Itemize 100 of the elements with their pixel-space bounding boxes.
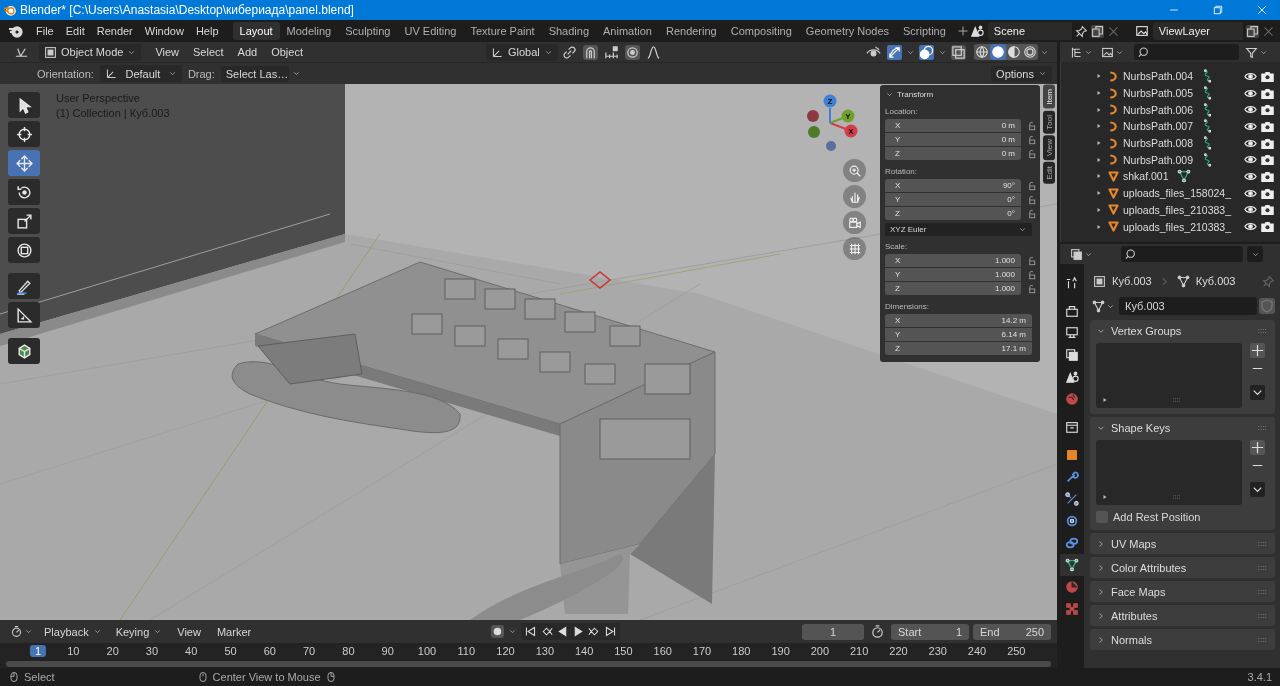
lock-icon[interactable] — [1026, 256, 1036, 266]
3d-cursor-icon[interactable] — [588, 271, 612, 289]
outliner-row[interactable]: NurbsPath.006 — [1095, 101, 1280, 119]
solid-shading-icon[interactable] — [990, 44, 1006, 60]
number-field[interactable]: Z 0° — [885, 207, 1021, 220]
rotation-mode-dropdown[interactable]: XYZ Euler — [885, 223, 1032, 236]
workspace-tab[interactable]: Shading — [541, 22, 597, 40]
camera-icon[interactable] — [1261, 186, 1274, 200]
menu-dropdown[interactable]: Keying — [110, 623, 168, 640]
camera-icon[interactable] — [1261, 153, 1274, 167]
lock-icon[interactable] — [1026, 181, 1036, 191]
menu-item[interactable]: File — [30, 23, 60, 39]
zoom-button[interactable] — [843, 159, 866, 182]
options-dropdown[interactable]: Options — [991, 65, 1052, 82]
search-field[interactable] — [1121, 246, 1243, 262]
menu-item[interactable]: Render — [90, 23, 139, 39]
camera-icon[interactable] — [1261, 169, 1274, 183]
rendered-shading-icon[interactable] — [1022, 44, 1038, 60]
number-field[interactable]: Y 6.14 m — [885, 328, 1032, 341]
outliner-row[interactable]: NurbsPath.007 — [1095, 118, 1280, 135]
outliner-row[interactable]: uploads_files_210383_ — [1095, 218, 1280, 235]
lock-icon[interactable] — [1026, 209, 1036, 219]
expand-icon[interactable] — [1101, 493, 1109, 501]
outliner-row[interactable]: shkaf.001 — [1095, 168, 1280, 185]
camera-icon[interactable] — [1261, 69, 1274, 83]
measure-tool-button[interactable] — [8, 302, 40, 328]
number-field[interactable]: X 14.2 m — [885, 314, 1032, 327]
workspace-tab[interactable]: Sculpting — [338, 22, 398, 40]
negative-axis-handle[interactable] — [808, 126, 820, 138]
axis-handle[interactable]: Z — [823, 94, 837, 108]
play-icon[interactable] — [572, 625, 586, 638]
outliner-row[interactable]: NurbsPath.004 — [1095, 68, 1280, 85]
sidebar-tab[interactable]: Item — [1043, 85, 1055, 109]
panel-title[interactable]: Vertex Groups — [1111, 324, 1182, 337]
copy-icon[interactable] — [1245, 24, 1259, 38]
number-field[interactable]: Y 0 m — [885, 133, 1021, 146]
current-frame-field[interactable]: 1 — [802, 623, 864, 640]
playhead-frame[interactable]: 1 — [29, 645, 47, 657]
panel-title[interactable]: Normals — [1111, 633, 1152, 646]
negative-axis-handle[interactable] — [826, 141, 836, 151]
lock-icon[interactable] — [1026, 284, 1036, 294]
previous-keyframe-icon[interactable] — [540, 625, 554, 638]
panel-title[interactable]: Shape Keys — [1111, 421, 1171, 434]
outliner-row[interactable]: NurbsPath.008 — [1095, 134, 1280, 152]
proportional-edit-icon[interactable] — [624, 44, 640, 60]
end-frame-field[interactable]: End 250 — [973, 623, 1051, 640]
number-field[interactable]: X 90° — [885, 179, 1021, 192]
workspace-tab[interactable]: Texture Paint — [463, 22, 542, 40]
workspace-tab[interactable]: Scripting — [896, 22, 953, 40]
copy-icon[interactable] — [1090, 24, 1104, 38]
falloff-icon[interactable] — [645, 44, 661, 60]
menu-item[interactable]: Select — [187, 44, 230, 60]
outliner-row[interactable]: uploads_files_210383_ — [1095, 201, 1280, 219]
next-keyframe-icon[interactable] — [588, 625, 602, 638]
breadcrumb-item[interactable]: Куб.003 — [1112, 275, 1152, 287]
ortho-toggle-button[interactable] — [843, 237, 866, 260]
number-field[interactable]: Y 0° — [885, 193, 1021, 206]
axis-handle[interactable]: Y — [841, 109, 855, 123]
menu-item[interactable]: Add — [231, 44, 264, 60]
outliner-row[interactable]: NurbsPath.009 — [1095, 151, 1280, 169]
number-field[interactable]: Z 1.000 — [885, 282, 1021, 295]
camera-icon[interactable] — [1261, 220, 1274, 234]
mode-dropdown[interactable]: Object Mode — [39, 43, 142, 61]
sidebar-tab[interactable]: Edit — [1043, 162, 1055, 185]
axis-handle[interactable]: X — [844, 124, 858, 138]
transform-tool-button[interactable] — [8, 237, 40, 263]
view-layer-icon[interactable] — [1133, 24, 1150, 38]
cursor-tool-button[interactable] — [8, 121, 40, 147]
workspace-tab[interactable]: Rendering — [658, 22, 724, 40]
material-shading-icon[interactable] — [1006, 44, 1022, 60]
number-field[interactable]: X 1.000 — [885, 254, 1021, 267]
search-field[interactable] — [1134, 44, 1239, 60]
camera-icon[interactable] — [1261, 203, 1274, 217]
jump-end-icon[interactable] — [604, 625, 618, 638]
panel-title[interactable]: Attributes — [1111, 609, 1158, 622]
data-tab[interactable] — [1060, 554, 1084, 576]
outliner-row[interactable]: uploads_files_158024_ — [1095, 184, 1280, 202]
number-field[interactable]: X 0 m — [885, 119, 1021, 132]
datablock-name-field[interactable]: Куб.003 — [1119, 297, 1257, 315]
menu-item[interactable]: Object — [265, 44, 309, 60]
number-field[interactable]: Y 1.000 — [885, 268, 1021, 281]
panel-title[interactable]: Face Maps — [1111, 585, 1166, 598]
record-icon[interactable] — [491, 625, 505, 638]
workspace-tab[interactable]: Compositing — [723, 22, 799, 40]
scale-tool-button[interactable] — [8, 208, 40, 234]
camera-icon[interactable] — [1261, 103, 1274, 117]
panel-title[interactable]: UV Maps — [1111, 537, 1157, 550]
mesh-data-icon[interactable] — [1176, 169, 1191, 184]
number-field[interactable]: Z 0 m — [885, 147, 1021, 160]
orientation-default-dropdown[interactable]: Default — [99, 65, 182, 82]
orientation-dropdown[interactable]: Global — [486, 43, 558, 61]
camera-icon[interactable] — [1261, 136, 1274, 150]
scrollbar[interactable] — [6, 661, 1051, 667]
overlay-toggle-icon[interactable] — [919, 44, 934, 60]
camera-icon[interactable] — [1261, 86, 1274, 100]
menu-item[interactable]: Marker — [210, 623, 258, 640]
blender-menu-icon[interactable] — [8, 23, 24, 39]
sidebar-tab[interactable]: Tool — [1043, 110, 1055, 134]
lock-icon[interactable] — [1026, 121, 1036, 131]
lock-icon[interactable] — [1026, 149, 1036, 159]
